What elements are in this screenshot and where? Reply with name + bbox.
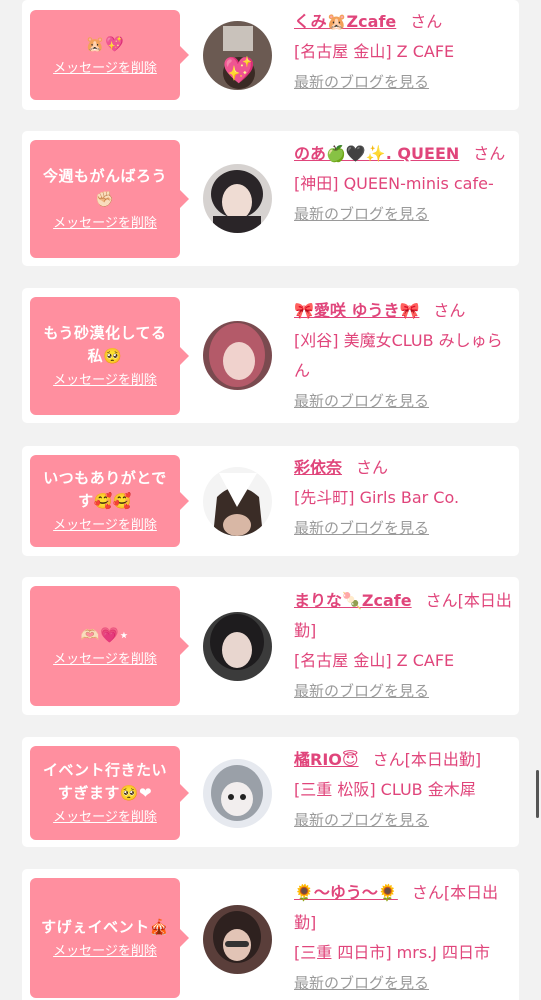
message-text: 🫶🏻💗⋆ <box>80 625 130 644</box>
delete-message-link[interactable]: メッセージを削除 <box>53 651 157 669</box>
delete-message-link[interactable]: メッセージを削除 <box>53 517 157 535</box>
avatar[interactable] <box>203 321 272 390</box>
honorific: さん <box>411 883 444 902</box>
latest-blog-link[interactable]: 最新のブログを見る <box>294 805 514 835</box>
sender-name-link[interactable]: のあ🍏🖤✨. QUEEN <box>294 144 459 163</box>
sender-info: くみ🐹Zcafe さん [名古屋 金山] Z CAFE 最新のブログを見る <box>294 7 514 97</box>
delete-message-link[interactable]: メッセージを削除 <box>53 943 157 961</box>
message-bubble: すげぇイベント🎪 メッセージを削除 <box>30 878 189 998</box>
latest-blog-link[interactable]: 最新のブログを見る <box>294 199 514 229</box>
status-suffix: [本日出勤] <box>404 750 482 769</box>
message-bubble: いつもありがとです🥰🥰 メッセージを削除 <box>30 455 189 547</box>
avatar[interactable] <box>203 905 272 974</box>
delete-message-link[interactable]: メッセージを削除 <box>53 60 157 78</box>
message-text: 今週もがんばろう✊🏻 <box>42 167 167 208</box>
honorific: さん <box>425 591 458 610</box>
shop-name: [三重 松阪] CLUB 金木犀 <box>294 780 476 799</box>
scrollbar[interactable] <box>536 770 539 818</box>
honorific: さん <box>433 301 466 320</box>
latest-blog-link[interactable]: 最新のブログを見る <box>294 386 514 416</box>
sender-name-link[interactable]: 橘RIO😇 <box>294 750 359 769</box>
avatar[interactable] <box>203 612 272 681</box>
message-bubble: イベント行きたいすぎます🥺❤︎ メッセージを削除 <box>30 746 189 840</box>
message-text: イベント行きたいすぎます🥺❤︎ <box>42 761 167 802</box>
message-card: イベント行きたいすぎます🥺❤︎ メッセージを削除 橘RIO😇 さん[本日出勤] [… <box>22 737 519 847</box>
message-card: すげぇイベント🎪 メッセージを削除 🌻〜ゆう〜🌻 さん[本日出勤] [三重 四日市… <box>22 869 519 1000</box>
sender-name-link[interactable]: 🎀愛咲 ゆうき🎀 <box>294 301 419 320</box>
delete-message-link[interactable]: メッセージを削除 <box>53 215 157 233</box>
sender-name-link[interactable]: 彩依奈 <box>294 458 342 477</box>
message-card: いつもありがとです🥰🥰 メッセージを削除 彩依奈 さん [先斗町] Girls B… <box>22 446 519 556</box>
message-bubble: 🫶🏻💗⋆ メッセージを削除 <box>30 586 189 706</box>
message-bubble: もう砂漠化してる私🥺 メッセージを削除 <box>30 297 189 415</box>
sender-name-link[interactable]: くみ🐹Zcafe <box>294 12 396 31</box>
shop-name: [名古屋 金山] Z CAFE <box>294 651 455 670</box>
sender-info: 🎀愛咲 ゆうき🎀 さん [刈谷] 美魔女CLUB みしゅらん 最新のブログを見る <box>294 296 514 416</box>
message-bubble: 今週もがんばろう✊🏻 メッセージを削除 <box>30 140 189 258</box>
sender-info: 彩依奈 さん [先斗町] Girls Bar Co. 最新のブログを見る <box>294 453 514 543</box>
sender-info: まりな🍡Zcafe さん[本日出勤] [名古屋 金山] Z CAFE 最新のブログ… <box>294 586 514 706</box>
message-text: すげぇイベント🎪 <box>41 917 169 936</box>
sender-info: のあ🍏🖤✨. QUEEN さん [神田] QUEEN-minis cafe- 最新… <box>294 139 514 229</box>
latest-blog-link[interactable]: 最新のブログを見る <box>294 676 514 706</box>
message-text: もう砂漠化してる私🥺 <box>43 324 167 365</box>
delete-message-link[interactable]: メッセージを削除 <box>53 809 157 827</box>
avatar[interactable] <box>203 467 272 536</box>
honorific: さん <box>372 750 405 769</box>
delete-message-link[interactable]: メッセージを削除 <box>53 372 157 390</box>
sender-info: 橘RIO😇 さん[本日出勤] [三重 松阪] CLUB 金木犀 最新のブログを見る <box>294 745 514 835</box>
message-card: 今週もがんばろう✊🏻 メッセージを削除 のあ🍏🖤✨. QUEEN さん [神田] … <box>22 131 519 266</box>
message-text: 🐹💖 <box>85 34 125 53</box>
shop-name: [三重 四日市] mrs.J 四日市 <box>294 943 491 962</box>
latest-blog-link[interactable]: 最新のブログを見る <box>294 67 514 97</box>
message-text: いつもありがとです🥰🥰 <box>43 469 167 510</box>
shop-name: [名古屋 金山] Z CAFE <box>294 42 455 61</box>
honorific: さん <box>410 12 443 31</box>
avatar[interactable] <box>203 759 272 828</box>
sender-name-link[interactable]: まりな🍡Zcafe <box>294 591 412 610</box>
latest-blog-link[interactable]: 最新のブログを見る <box>294 513 514 543</box>
message-card: 🫶🏻💗⋆ メッセージを削除 まりな🍡Zcafe さん[本日出勤] [名古屋 金山]… <box>22 577 519 715</box>
honorific: さん <box>356 458 389 477</box>
latest-blog-link[interactable]: 最新のブログを見る <box>294 968 514 998</box>
sender-name-link[interactable]: 🌻〜ゆう〜🌻 <box>294 883 398 902</box>
shop-name: [先斗町] Girls Bar Co. <box>294 488 460 507</box>
avatar[interactable]: 💖 <box>203 21 272 90</box>
message-card: もう砂漠化してる私🥺 メッセージを削除 🎀愛咲 ゆうき🎀 さん [刈谷] 美魔女C… <box>22 288 519 423</box>
message-card: 🐹💖 メッセージを削除 💖 くみ🐹Zcafe さん [名古屋 金山] Z CAFE… <box>22 0 519 110</box>
svg-text:💖: 💖 <box>223 55 256 86</box>
shop-name: [神田] QUEEN-minis cafe- <box>294 174 494 193</box>
honorific: さん <box>473 144 506 163</box>
message-bubble: 🐹💖 メッセージを削除 <box>30 10 189 100</box>
shop-name: [刈谷] 美魔女CLUB みしゅらん <box>294 331 503 380</box>
sender-info: 🌻〜ゆう〜🌻 さん[本日出勤] [三重 四日市] mrs.J 四日市 最新のブログ… <box>294 878 514 998</box>
avatar[interactable] <box>203 164 272 233</box>
